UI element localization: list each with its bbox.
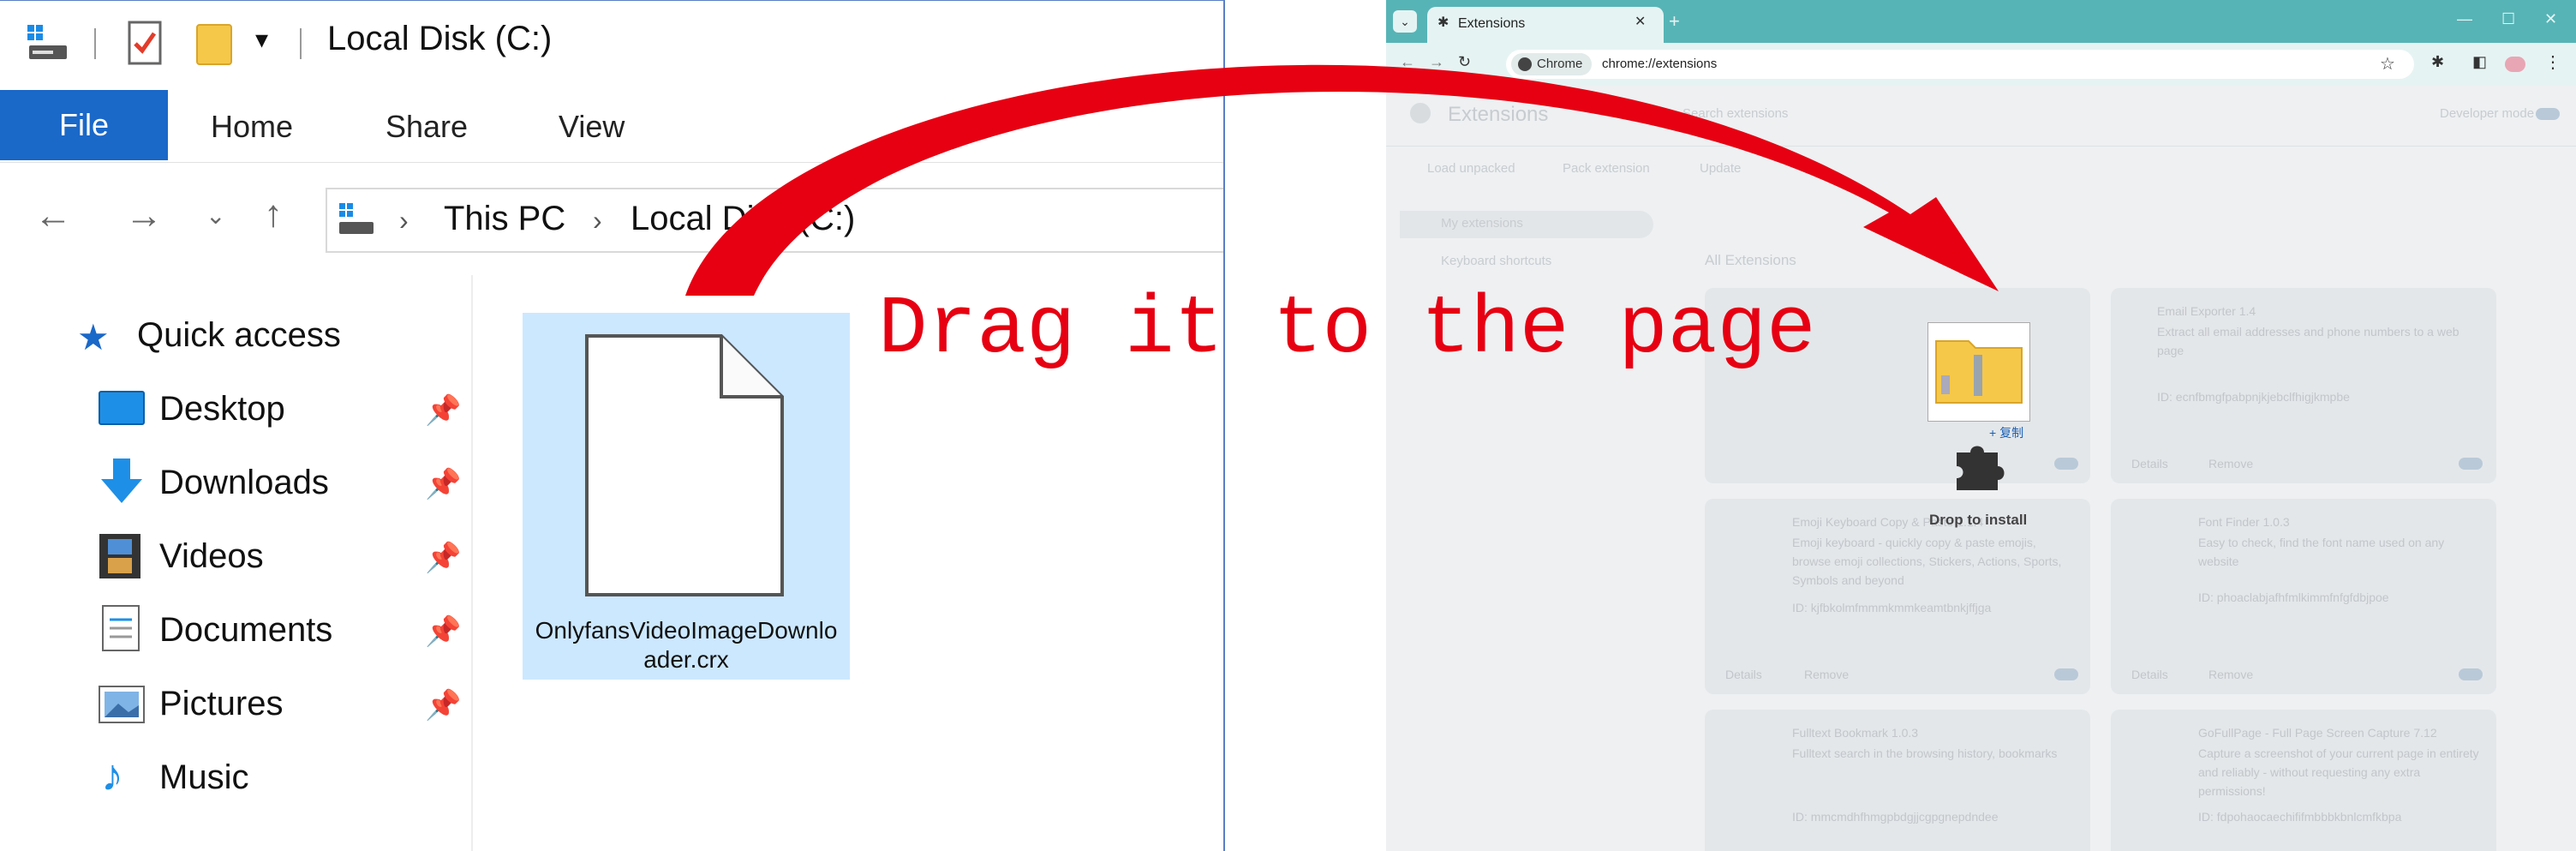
instruction-text: Drag it to the page: [878, 283, 1816, 376]
drop-to-install-label: Drop to install: [1929, 512, 2028, 528]
drag-arrow: [685, 64, 1999, 296]
drag-arrow-body: [685, 64, 1999, 296]
zip-folder-icon: [1935, 340, 2023, 404]
puzzle-piece-icon: [1957, 446, 2005, 490]
